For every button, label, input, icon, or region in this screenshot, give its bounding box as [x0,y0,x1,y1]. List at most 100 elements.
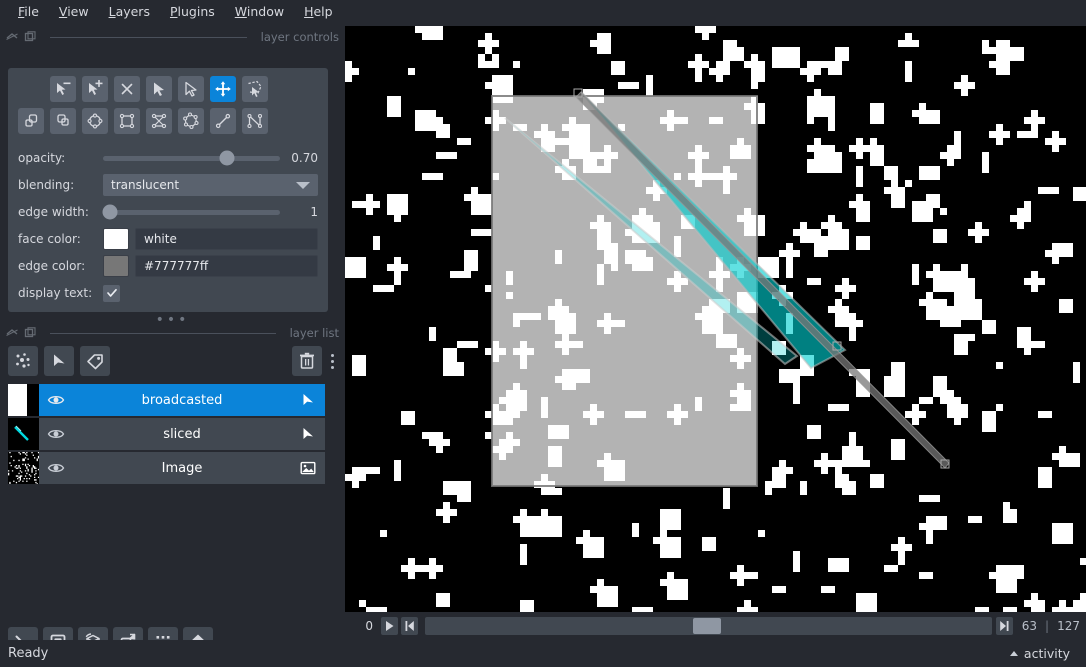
face-color-swatch[interactable] [103,228,129,250]
play-button[interactable] [381,617,398,635]
menu-item-view[interactable]: View [49,1,99,23]
menu-mnemonic: V [58,4,68,19]
viewer-canvas[interactable] [345,26,1086,612]
menu-rest: ile [24,4,39,19]
dims-current-value: 63 [1021,619,1038,633]
menu-item-file[interactable]: File [8,1,49,23]
activity-button[interactable]: activity [1009,646,1070,661]
kebab-dot [330,353,334,357]
select-vertex-insert-tool[interactable] [82,76,108,102]
layer-list-menu-button[interactable] [326,346,338,376]
shapes-icon [54,354,65,366]
add-ellipse-tool[interactable] [82,108,108,134]
play-icon [386,621,394,631]
label-tag-icon [87,354,103,370]
shapes-layer-type-icon [303,394,313,405]
layer-row-image[interactable]: Image [8,452,325,484]
delete-shape-tool[interactable] [114,76,140,102]
opacity-value: 0.70 [291,151,318,165]
activity-label: activity [1023,646,1070,661]
edge-color-label: edge color: [18,259,86,273]
menu-item-help[interactable]: Help [294,1,343,23]
display-text-row: display text: [18,281,318,305]
menu-bar: File View Layers Plugins Window Help [0,0,1086,24]
opacity-slider-thumb[interactable] [219,150,235,166]
layer-row-body[interactable]: sliced [39,418,325,450]
menu-item-window[interactable]: Window [225,1,294,23]
direct-select-tool[interactable] [178,76,204,102]
dims-slider-track[interactable] [425,617,993,635]
last-frame-button[interactable] [996,617,1014,635]
layer-controls-form: opacity: 0.70 blending: translucent edge… [18,146,318,305]
edge-width-value: 1 [310,205,318,219]
layer-row-body[interactable]: Image [39,452,325,484]
new-shapes-layer-button[interactable] [44,346,74,376]
move-to-back-tool[interactable] [50,108,76,134]
edge-color-swatch[interactable] [103,255,129,277]
edge-width-slider-thumb[interactable] [102,204,118,220]
add-line-tool[interactable] [210,108,236,134]
display-text-checkbox[interactable] [103,284,120,302]
float-dock-icon[interactable] [6,327,18,339]
first-frame-button[interactable] [401,617,418,635]
menu-item-layers[interactable]: Layers [99,1,160,23]
face-color-label: face color: [18,232,81,246]
transform-tool[interactable] [242,76,268,102]
edge-width-row: edge width: 1 [18,200,318,224]
edge-width-slider[interactable] [102,203,280,221]
dock-header-rule [50,332,276,334]
edge-color-field[interactable]: #777777ff [135,255,318,277]
dims-slider-thumb[interactable] [692,618,721,634]
face-color-field[interactable]: white [135,228,318,250]
shapes-layer-type-icon [303,428,313,439]
layer-row-body[interactable]: broadcasted [39,384,325,416]
menu-rest: indow [246,4,285,19]
visibility-eye-icon[interactable] [47,391,65,409]
layer-controls-title: layer controls [260,30,339,44]
image-layer-type-icon [300,461,316,475]
select-vertex-remove-tool[interactable] [50,76,76,102]
move-to-front-tool[interactable] [18,108,44,134]
opacity-label: opacity: [18,151,66,165]
visibility-eye-icon[interactable] [47,425,65,443]
layer-list-button-bar [8,344,338,378]
blending-label: blending: [18,178,75,192]
skip-to-end-icon [1000,621,1009,631]
close-dock-icon[interactable] [24,327,36,339]
float-dock-icon[interactable] [6,31,18,43]
new-points-layer-button[interactable] [8,346,38,376]
left-dock-area: layer controls opacity: 0.70 blending: t… [0,24,345,657]
layer-name-broadcasted: broadcasted [141,392,223,408]
opacity-slider-track [103,155,280,161]
layer-thumbnail-sliced [8,418,39,450]
visibility-eye-icon[interactable] [47,459,65,477]
menu-rest: elp [313,4,333,19]
layer-thumbnail-broadcasted [8,384,39,416]
display-text-label: display text: [18,286,93,300]
status-bar: Ready activity [0,640,1086,667]
add-rectangle-tool[interactable] [114,108,140,134]
add-polygon-lasso-tool[interactable] [178,108,204,134]
pan-zoom-tool[interactable] [210,76,236,102]
points-icon [16,353,30,368]
add-polygon-tool[interactable] [146,108,172,134]
select-shapes-tool[interactable] [146,76,172,102]
shapes-tool-row-2 [18,108,268,134]
blending-select[interactable]: translucent [103,174,318,196]
layer-list-title: layer list [289,326,339,340]
menu-item-plugins[interactable]: Plugins [160,1,225,23]
add-path-tool[interactable] [242,108,268,134]
menu-mnemonic: W [234,4,247,19]
layer-row-sliced[interactable]: sliced [8,418,325,450]
trash-icon [300,352,314,369]
layer-row-broadcasted[interactable]: broadcasted [8,384,325,416]
blending-row: blending: translucent [18,173,318,197]
close-dock-icon[interactable] [24,31,36,43]
menu-rest: ayers [115,4,150,19]
napari-viewer-window: File View Layers Plugins Window Help lay… [0,0,1086,667]
delete-layer-button[interactable] [292,346,322,376]
new-labels-layer-button[interactable] [80,346,110,376]
status-message: Ready [8,646,49,661]
opacity-slider[interactable] [103,149,280,167]
chevron-down-icon [296,181,310,189]
